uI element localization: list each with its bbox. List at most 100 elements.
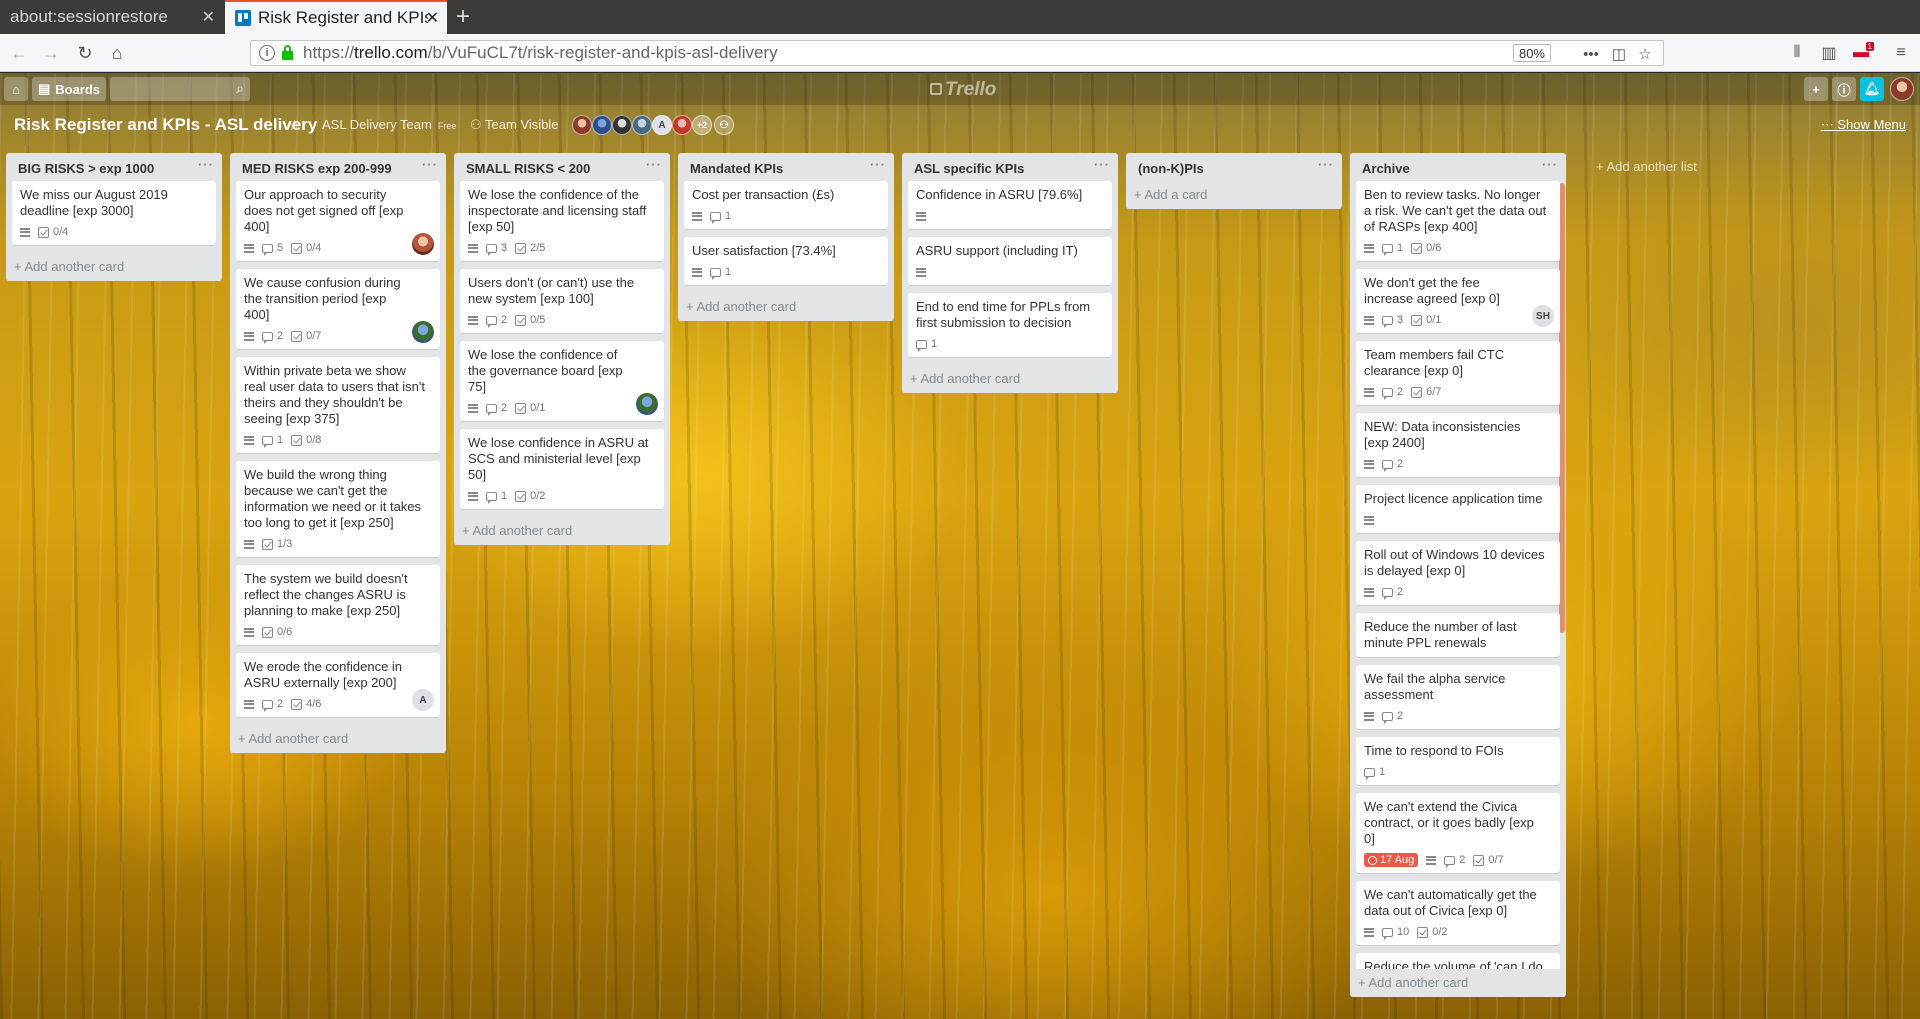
- star-icon[interactable]: ☆: [288, 117, 301, 134]
- card[interactable]: Reduce the volume of 'can I do this?' qu…: [1356, 953, 1560, 969]
- bookmark-star-icon[interactable]: ☆: [1635, 44, 1655, 64]
- card[interactable]: Ben to review tasks. No longer a risk. W…: [1356, 181, 1560, 261]
- card[interactable]: We can't automatically get the data out …: [1356, 881, 1560, 945]
- card[interactable]: Cost per transaction (£s) 1: [684, 181, 888, 229]
- card[interactable]: We lose the confidence of the governance…: [460, 341, 664, 421]
- member-avatar[interactable]: [572, 115, 592, 135]
- card[interactable]: ASRU support (including IT): [908, 237, 1112, 285]
- card-title: Project licence application time: [1364, 491, 1543, 506]
- member-avatar[interactable]: A: [652, 115, 672, 135]
- tab-trello-board[interactable]: Risk Register and KPIs - ASL delivery ✕: [225, 0, 447, 34]
- add-card-button[interactable]: + Add another card: [678, 293, 894, 321]
- list-menu-icon[interactable]: ···: [1542, 157, 1558, 172]
- trello-logo[interactable]: Trello: [930, 79, 996, 101]
- add-card-button[interactable]: + Add another card: [6, 253, 222, 281]
- list-menu-icon[interactable]: ···: [870, 157, 886, 172]
- member-avatar[interactable]: [592, 115, 612, 135]
- visibility-button[interactable]: ⚇ Team Visible: [470, 117, 559, 133]
- add-icon[interactable]: +: [1804, 77, 1828, 101]
- url-text[interactable]: https://trello.com/b/VuFuCL7t/risk-regis…: [303, 43, 778, 63]
- tab-sessionrestore[interactable]: about:sessionrestore ✕: [0, 0, 225, 34]
- library-icon[interactable]: ⫴: [1784, 40, 1810, 66]
- card[interactable]: We fail the alpha service assessment 2: [1356, 665, 1560, 729]
- card[interactable]: Team members fail CTC clearance [exp 0] 2…: [1356, 341, 1560, 405]
- card[interactable]: Time to respond to FOIs 1: [1356, 737, 1560, 785]
- info-icon[interactable]: i: [259, 45, 275, 61]
- team-button[interactable]: ASL Delivery Team Free: [322, 117, 456, 132]
- add-list-button[interactable]: + Add another list: [1586, 153, 1802, 181]
- info-icon[interactable]: ⓘ: [1832, 77, 1856, 101]
- list-title[interactable]: ASL specific KPIs ···: [902, 153, 1118, 181]
- member-avatar[interactable]: [672, 115, 692, 135]
- list-title[interactable]: SMALL RISKS < 200 ···: [454, 153, 670, 181]
- page-actions-icon[interactable]: •••: [1581, 44, 1601, 64]
- card[interactable]: End to end time for PPLs from first subm…: [908, 293, 1112, 357]
- member-avatar[interactable]: [636, 393, 658, 415]
- add-card-button[interactable]: + Add another card: [902, 365, 1118, 393]
- sidebar-icon[interactable]: ▥: [1816, 40, 1842, 66]
- forward-arrow-icon[interactable]: →: [38, 40, 64, 66]
- home-icon[interactable]: ⌂: [4, 77, 28, 101]
- zoom-level-button[interactable]: 80%: [1512, 44, 1551, 62]
- list-title[interactable]: Archive ···: [1350, 153, 1566, 181]
- member-avatar[interactable]: [612, 115, 632, 135]
- card[interactable]: Within private beta we show real user da…: [236, 357, 440, 453]
- card[interactable]: We can't extend the Civica contract, or …: [1356, 793, 1560, 873]
- invite-member-icon[interactable]: ⚇: [714, 115, 734, 135]
- extension-icon[interactable]: ▬ 1: [1848, 40, 1874, 66]
- card[interactable]: We cause confusion during the transition…: [236, 269, 440, 349]
- list-title[interactable]: MED RISKS exp 200-999 ···: [230, 153, 446, 181]
- description-icon: [468, 403, 478, 413]
- new-tab-button[interactable]: +: [447, 0, 479, 34]
- card[interactable]: We lose the confidence of the inspectora…: [460, 181, 664, 261]
- list-menu-icon[interactable]: ···: [646, 157, 662, 172]
- list-menu-icon[interactable]: ···: [1094, 157, 1110, 172]
- card[interactable]: We lose confidence in ASRU at SCS and mi…: [460, 429, 664, 509]
- card[interactable]: We erode the confidence in ASRU external…: [236, 653, 440, 717]
- add-card-button[interactable]: + Add another card: [1350, 969, 1566, 997]
- member-avatar[interactable]: SH: [1532, 305, 1554, 327]
- close-icon[interactable]: ✕: [426, 8, 439, 28]
- card[interactable]: Roll out of Windows 10 devices is delaye…: [1356, 541, 1560, 605]
- show-menu-button[interactable]: ⋯ Show Menu: [1821, 117, 1906, 133]
- close-icon[interactable]: ✕: [202, 7, 215, 27]
- list-title[interactable]: BIG RISKS > exp 1000 ···: [6, 153, 222, 181]
- user-avatar[interactable]: [1890, 77, 1914, 101]
- boards-button[interactable]: ▤ Boards: [32, 77, 106, 101]
- home-icon[interactable]: ⌂: [104, 40, 130, 66]
- card[interactable]: Reduce the number of last minute PPL ren…: [1356, 613, 1560, 657]
- card[interactable]: Users don't (or can't) use the new syste…: [460, 269, 664, 333]
- list-menu-icon[interactable]: ···: [1318, 157, 1334, 172]
- card[interactable]: The system we build doesn't reflect the …: [236, 565, 440, 645]
- card[interactable]: Confidence in ASRU [79.6%]: [908, 181, 1112, 229]
- member-avatar[interactable]: [412, 233, 434, 255]
- card[interactable]: User satisfaction [73.4%] 1: [684, 237, 888, 285]
- back-arrow-icon[interactable]: ←: [6, 40, 32, 66]
- member-avatar[interactable]: [412, 321, 434, 343]
- card[interactable]: We miss our August 2019 deadline [exp 30…: [12, 181, 216, 245]
- add-card-button[interactable]: + Add a card: [1126, 181, 1342, 209]
- list-title[interactable]: (non-K)PIs ···: [1126, 153, 1342, 181]
- card[interactable]: Project licence application time: [1356, 485, 1560, 533]
- board-title[interactable]: Risk Register and KPIs - ASL delivery: [14, 115, 317, 135]
- card[interactable]: NEW: Data inconsistencies [exp 2400] 2: [1356, 413, 1560, 477]
- lock-icon[interactable]: [282, 44, 293, 60]
- reload-icon[interactable]: ↻: [72, 40, 98, 66]
- member-avatar[interactable]: A: [412, 689, 434, 711]
- add-card-button[interactable]: + Add another card: [454, 517, 670, 545]
- card[interactable]: Our approach to security does not get si…: [236, 181, 440, 261]
- add-card-button[interactable]: + Add another card: [230, 725, 446, 753]
- pocket-icon[interactable]: ◫: [1609, 44, 1629, 64]
- list-title[interactable]: Mandated KPIs ···: [678, 153, 894, 181]
- hamburger-menu-icon[interactable]: ≡: [1888, 40, 1914, 66]
- card[interactable]: We don't get the fee increase agreed [ex…: [1356, 269, 1560, 333]
- notification-bell-icon[interactable]: 🔔︎: [1860, 77, 1884, 101]
- due-date-badge[interactable]: 17 Aug: [1364, 853, 1419, 867]
- member-avatar[interactable]: [632, 115, 652, 135]
- search-input[interactable]: ⌕: [110, 77, 250, 101]
- list-menu-icon[interactable]: ···: [198, 157, 214, 172]
- card[interactable]: We build the wrong thing because we can'…: [236, 461, 440, 557]
- more-members-count[interactable]: +2: [692, 115, 712, 135]
- list-menu-icon[interactable]: ···: [422, 157, 438, 172]
- url-bar[interactable]: i https://trello.com/b/VuFuCL7t/risk-reg…: [250, 40, 1664, 66]
